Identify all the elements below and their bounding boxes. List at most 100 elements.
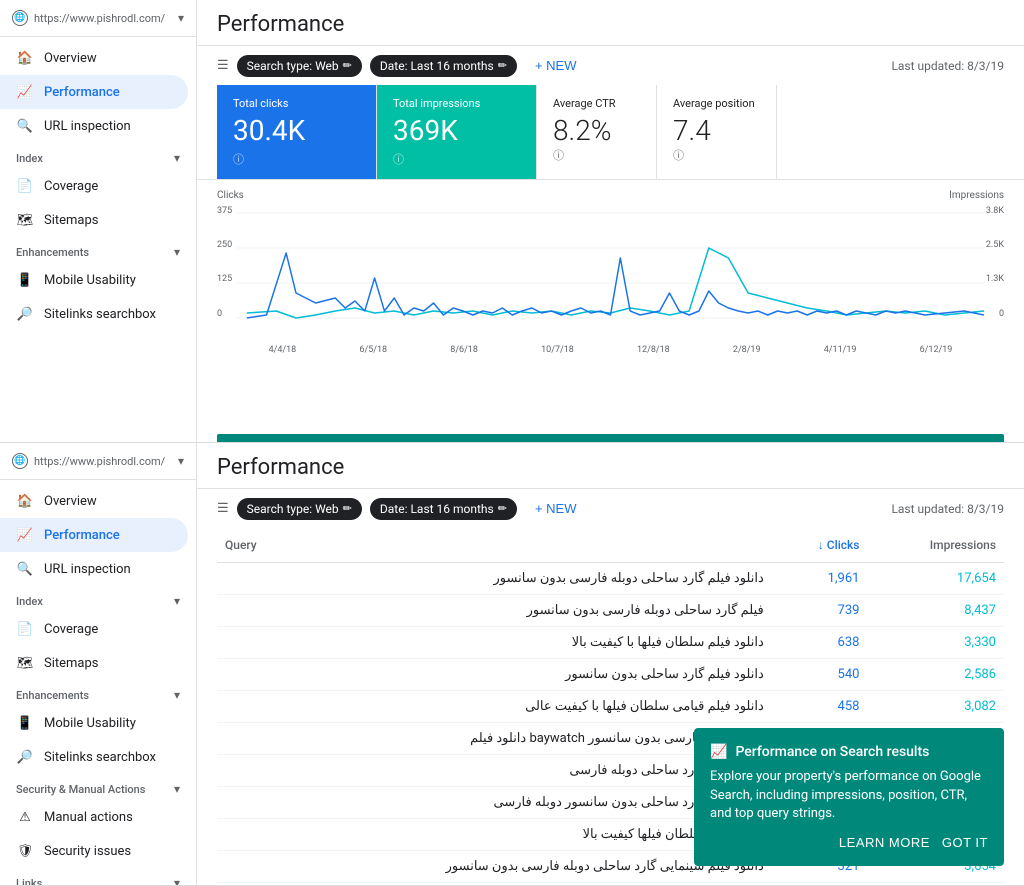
enhancements-section-top: Enhancements ▾ — [0, 237, 196, 263]
query-cell: دانلود فیلم گارد ساحلی بدون سانسور — [217, 659, 772, 691]
sidebar-item-overview-bottom[interactable]: 🏠 Overview — [0, 484, 188, 518]
sitemap-icon-bottom: 🗺 — [16, 654, 34, 672]
clicks-label: Total clicks — [233, 97, 360, 110]
sidebar-item-url-inspection-top[interactable]: 🔍 URL inspection — [0, 109, 188, 143]
chart-wrap: 375 250 125 0 3.8K 2.5K 1.3K 0 — [217, 203, 1004, 343]
position-value: 7.4 — [673, 114, 760, 147]
learn-more-button[interactable]: LEARN MORE — [839, 835, 930, 850]
date-chip-bottom[interactable]: Date: Last 16 months ✏ — [370, 498, 517, 520]
sidebar-item-sitelinks-bottom[interactable]: 🔎 Sitelinks searchbox — [0, 740, 188, 774]
avg-ctr-card: Average CTR 8.2% ⓘ — [537, 85, 657, 179]
query-cell: دانلود فیلم گارد ساحلی دوبله فارسی — [217, 755, 772, 787]
page-title-bottom: Performance — [217, 455, 1004, 480]
query-cell: فیلم گارد ساحلی دوبله فارسی بدون سانسور — [217, 595, 772, 627]
position-label: Average position — [673, 97, 760, 110]
sidebar-item-url-inspection-bottom[interactable]: 🔍 URL inspection — [0, 552, 188, 586]
sidebar-item-label: Security issues — [44, 844, 131, 859]
impressions-label: Total impressions — [393, 97, 520, 110]
impressions-cell: 3,082 — [867, 691, 1004, 723]
sidebar-item-sitemaps-top[interactable]: 🗺 Sitemaps — [0, 203, 188, 237]
sidebar-item-label: Sitemaps — [44, 656, 99, 671]
stats-row-top: Total clicks 30.4K ⓘ Total impressions 3… — [197, 85, 1024, 180]
sidebar-item-coverage-bottom[interactable]: 📄 Coverage — [0, 612, 188, 646]
table-row: دانلود فیلم سلطان فیلها با کیفیت بالا 63… — [217, 627, 1004, 659]
table-row: دانلود فیلم گارد ساحلی دوبله فارسی بدون … — [217, 563, 1004, 595]
doc-icon-bottom: 📄 — [16, 620, 34, 638]
site-url-bottom[interactable]: 🌐 https://www.pishrodl.com/ ▾ — [0, 443, 196, 480]
home-icon: 🏠 — [16, 49, 34, 67]
chart-y-left-label: Clicks — [217, 190, 244, 201]
query-cell: دانلود فیلم قیامی سلطان فیلها با کیفیت ع… — [217, 691, 772, 723]
manual-icon: ⚠ — [16, 808, 34, 826]
sidebar-item-sitelinks-top[interactable]: 🔎 Sitelinks searchbox — [0, 297, 188, 331]
chart-y-right-label: Impressions — [949, 190, 1004, 201]
sidebar-item-overview-top[interactable]: 🏠 Overview — [0, 41, 188, 75]
url-text-bottom: https://www.pishrodl.com/ — [34, 455, 165, 468]
got-it-button[interactable]: GOT IT — [942, 835, 988, 850]
table-row: دانلود فیلم قیامی سلطان فیلها با کیفیت ع… — [217, 691, 1004, 723]
query-cell: دانلود فیلم سلطان فیلها با کیفیت بالا — [217, 627, 772, 659]
searchbox-icon: 🔎 — [16, 305, 34, 323]
search-icon: 🔍 — [16, 117, 34, 135]
enhancements-chevron-bottom[interactable]: ▾ — [174, 688, 180, 702]
main-top: Performance ☰ Search type: Web ✏ Date: L… — [197, 0, 1024, 442]
sitemap-icon: 🗺 — [16, 211, 34, 229]
url-chevron-top[interactable]: ▾ — [178, 11, 184, 25]
query-cell: دانلود فیلم سلطان فیلها کیفیت بالا — [217, 819, 772, 851]
sidebar-item-performance-top[interactable]: 📈 Performance — [0, 75, 188, 109]
sidebar-item-label: Coverage — [44, 179, 98, 194]
links-chevron[interactable]: ▾ — [174, 876, 180, 885]
links-section-bottom: Links ▾ — [0, 868, 196, 885]
sidebar-item-label: Overview — [44, 494, 97, 509]
last-updated-top: Last updated: 8/3/19 — [891, 59, 1004, 73]
sidebar-item-label: URL inspection — [44, 562, 131, 577]
sidebar-item-manual-actions[interactable]: ⚠ Manual actions — [0, 800, 188, 834]
impressions-cell: 3,330 — [867, 627, 1004, 659]
search-type-chip-bottom[interactable]: Search type: Web ✏ — [237, 498, 362, 520]
sidebar-item-mobile-top[interactable]: 📱 Mobile Usability — [0, 263, 188, 297]
url-chevron-bottom[interactable]: ▾ — [178, 454, 184, 468]
site-url-top[interactable]: 🌐 https://www.pishrodl.com/ ▾ — [0, 0, 196, 37]
date-chip-top[interactable]: Date: Last 16 months ✏ — [370, 55, 517, 77]
index-chevron-top[interactable]: ▾ — [174, 151, 180, 165]
security-chevron-bottom[interactable]: ▾ — [174, 782, 180, 796]
sidebar-item-label: Performance — [44, 528, 120, 543]
phone-icon: 📱 — [16, 271, 34, 289]
chart-area-top: Clicks Impressions 375 250 125 0 3.8K 2.… — [197, 180, 1024, 430]
sidebar-item-label: Sitelinks searchbox — [44, 307, 156, 322]
enhancements-chevron-top[interactable]: ▾ — [174, 245, 180, 259]
query-cell: دانلود فیلم گارد ساحلی بدون سانسور دوبله… — [217, 787, 772, 819]
last-updated-bottom: Last updated: 8/3/19 — [891, 502, 1004, 516]
sidebar-item-sitemaps-bottom[interactable]: 🗺 Sitemaps — [0, 646, 188, 680]
new-button-top[interactable]: + NEW — [525, 54, 587, 77]
impressions-value: 369K — [393, 114, 520, 147]
table-row: فیلم گارد ساحلی دوبله فارسی بدون سانسور … — [217, 595, 1004, 627]
edit-icon: ✏ — [343, 59, 352, 72]
sidebar-item-performance-bottom[interactable]: 📈 Performance — [0, 518, 188, 552]
clicks-column-header[interactable]: ↓ Clicks — [772, 528, 868, 563]
filter-icon-top[interactable]: ☰ — [217, 58, 229, 73]
sidebar-item-mobile-bottom[interactable]: 📱 Mobile Usability — [0, 706, 188, 740]
sidebar-item-security-issues[interactable]: 🛡 Security issues — [0, 834, 188, 868]
search-type-chip-top[interactable]: Search type: Web ✏ — [237, 55, 362, 77]
sidebar-item-label: URL inspection — [44, 119, 131, 134]
notification-panel: 📈 Performance on Search results Explore … — [694, 728, 1004, 866]
search-icon-bottom: 🔍 — [16, 560, 34, 578]
filter-icon-bottom[interactable]: ☰ — [217, 501, 229, 516]
new-button-bottom[interactable]: + NEW — [525, 497, 587, 520]
phone-icon-bottom: 📱 — [16, 714, 34, 732]
index-chevron-bottom[interactable]: ▾ — [174, 594, 180, 608]
total-clicks-card: Total clicks 30.4K ⓘ — [217, 85, 377, 179]
table-row: دانلود فیلم گارد ساحلی بدون سانسور 540 2… — [217, 659, 1004, 691]
edit-icon-date-bottom: ✏ — [498, 502, 507, 515]
teal-bottom-bar — [217, 434, 1004, 442]
notif-title: Performance on Search results — [735, 744, 929, 760]
domain-icon-bottom: 🌐 — [12, 453, 28, 469]
x-axis-labels: 4/4/18 6/5/18 8/6/18 10/7/18 12/8/18 2/8… — [217, 343, 1004, 355]
notif-actions: LEARN MORE GOT IT — [710, 835, 988, 850]
sidebar-item-coverage-top[interactable]: 📄 Coverage — [0, 169, 188, 203]
impressions-column-header[interactable]: Impressions — [867, 528, 1004, 563]
url-text-top: https://www.pishrodl.com/ — [34, 12, 165, 25]
sidebar-item-label: Sitemaps — [44, 213, 99, 228]
index-section-top: Index ▾ — [0, 143, 196, 169]
